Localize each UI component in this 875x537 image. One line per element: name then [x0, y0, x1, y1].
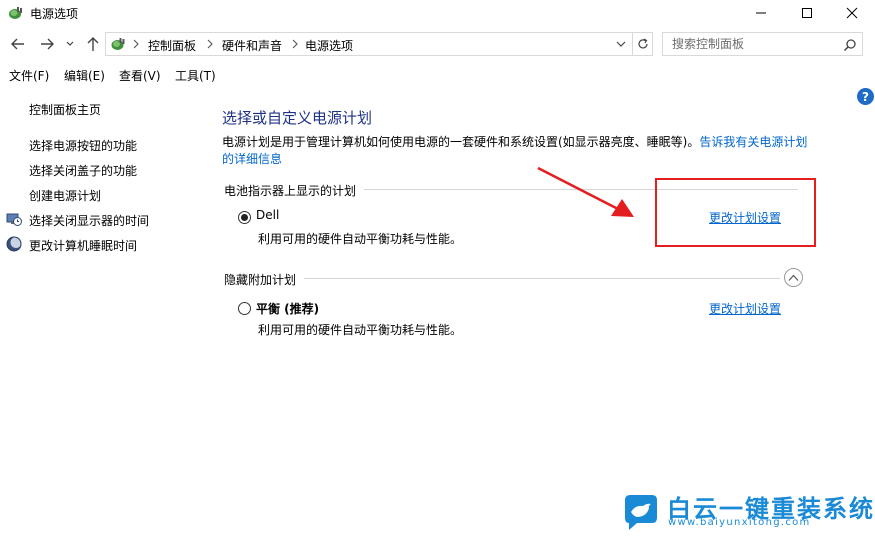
- chevron-down-icon: [66, 41, 74, 46]
- description-text: 电源计划是用于管理计算机如何使用电源的一套硬件和系统设置(如显示器亮度、睡眠等)…: [222, 135, 700, 149]
- close-icon: [846, 7, 858, 19]
- sidebar-item-power-button[interactable]: 选择电源按钮的功能: [29, 137, 137, 154]
- chevron-right-icon[interactable]: [292, 39, 298, 49]
- address-row: 控制面板 硬件和声音 电源选项: [0, 30, 875, 58]
- collapse-button[interactable]: [784, 268, 803, 287]
- power-options-icon: [9, 7, 22, 19]
- minimize-button[interactable]: [738, 0, 784, 26]
- minimize-icon: [756, 12, 766, 14]
- close-button[interactable]: [829, 0, 875, 26]
- search-box[interactable]: [662, 32, 863, 56]
- help-icon[interactable]: ?: [857, 88, 874, 105]
- plan-desc-balanced: 利用可用的硬件自动平衡功耗与性能。: [258, 323, 463, 337]
- plan-name-dell[interactable]: Dell: [256, 208, 279, 222]
- maximize-button[interactable]: [784, 0, 830, 26]
- watermark-url: www.baiyunxitong.com: [668, 517, 811, 528]
- back-button[interactable]: [9, 35, 27, 53]
- menu-bar: 文件(F) 编辑(E) 查看(V) 工具(T): [0, 64, 875, 84]
- menu-tools[interactable]: 工具(T): [175, 67, 216, 84]
- annotation-highlight-box: [655, 178, 816, 247]
- chevron-right-icon[interactable]: [207, 39, 213, 49]
- arrow-left-icon: [11, 38, 24, 50]
- sidebar-item-create-plan[interactable]: 创建电源计划: [29, 187, 101, 204]
- refresh-button[interactable]: [633, 32, 653, 56]
- plan-name-balanced[interactable]: 平衡 (推荐): [256, 300, 319, 317]
- divider: [224, 278, 780, 279]
- menu-view[interactable]: 查看(V): [119, 67, 161, 84]
- menu-file[interactable]: 文件(F): [9, 67, 49, 84]
- annotation-arrow-icon: [537, 166, 634, 217]
- chevron-right-icon: [133, 39, 139, 49]
- sidebar-item-lid-close[interactable]: 选择关闭盖子的功能: [29, 162, 137, 179]
- title-bar: 电源选项: [0, 0, 875, 26]
- arrow-up-icon: [87, 37, 99, 51]
- arrow-right-icon: [41, 38, 54, 50]
- moon-icon: [6, 236, 22, 252]
- monitor-clock-icon: [6, 213, 22, 226]
- search-icon[interactable]: [843, 38, 857, 52]
- breadcrumb-hardware-sound[interactable]: 硬件和声音: [222, 37, 282, 54]
- address-bar[interactable]: 控制面板 硬件和声音 电源选项: [105, 32, 633, 56]
- search-input[interactable]: [663, 33, 839, 55]
- up-button[interactable]: [84, 35, 102, 53]
- power-options-icon: [111, 38, 125, 50]
- plan-radio-dell[interactable]: [238, 211, 251, 224]
- plan-radio-balanced[interactable]: [238, 302, 251, 315]
- breadcrumb-control-panel[interactable]: 控制面板: [148, 37, 196, 54]
- refresh-icon: [637, 38, 648, 49]
- forward-button[interactable]: [38, 35, 56, 53]
- window-title: 电源选项: [30, 7, 79, 21]
- recent-locations-button[interactable]: [64, 35, 76, 53]
- sidebar-item-display-off[interactable]: 选择关闭显示器的时间: [29, 212, 149, 229]
- chevron-down-icon[interactable]: [614, 38, 628, 50]
- bird-logo-icon: [625, 495, 657, 530]
- section-battery-plans: 电池指示器上显示的计划: [224, 182, 365, 199]
- page-description: 电源计划是用于管理计算机如何使用电源的一套硬件和系统设置(如显示器亮度、睡眠等)…: [222, 134, 812, 168]
- sidebar-item-sleep-time[interactable]: 更改计算机睡眠时间: [29, 237, 137, 254]
- menu-edit[interactable]: 编辑(E): [64, 67, 105, 84]
- page-title: 选择或自定义电源计划: [222, 109, 373, 127]
- section-hidden-plans: 隐藏附加计划: [224, 271, 305, 288]
- maximize-icon: [802, 8, 812, 18]
- sidebar-item-home[interactable]: 控制面板主页: [29, 101, 101, 118]
- plan-desc-dell: 利用可用的硬件自动平衡功耗与性能。: [258, 232, 463, 246]
- chevron-up-icon: [788, 274, 799, 281]
- change-plan-settings-balanced-link[interactable]: 更改计划设置: [709, 300, 781, 317]
- breadcrumb-power-options[interactable]: 电源选项: [305, 37, 353, 54]
